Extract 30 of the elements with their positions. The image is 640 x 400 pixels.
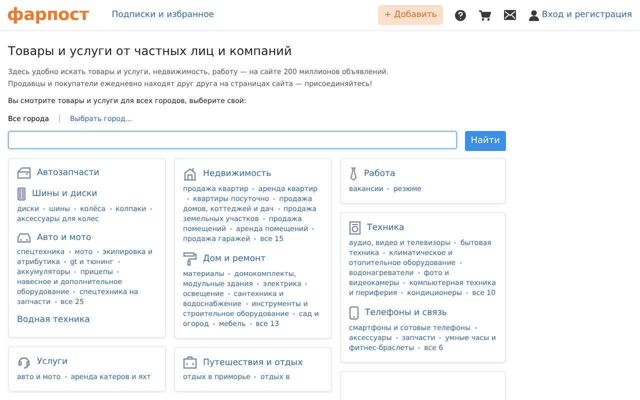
category-link[interactable]: Телефоны и связь — [365, 308, 447, 318]
paint-roller-icon — [183, 252, 197, 266]
category-link[interactable]: Услуги — [37, 357, 68, 367]
smartphone-icon — [349, 306, 359, 320]
category-link[interactable]: Водная техника — [17, 315, 90, 325]
help-icon[interactable] — [454, 10, 466, 20]
category-link[interactable]: Недвижимость — [203, 169, 272, 179]
house-icon — [183, 167, 197, 181]
subscriptions-link[interactable]: Подписки и избранное — [112, 10, 214, 20]
category-link[interactable]: Техника — [367, 223, 404, 233]
page-heading: Товары и услуги от частных лиц и компаний — [8, 44, 293, 58]
suitcase-icon — [183, 356, 197, 369]
category-link[interactable]: Путешествия и отдых — [203, 358, 303, 368]
category-link[interactable]: Авто и мото — [37, 233, 92, 243]
headset-icon — [17, 355, 31, 369]
search-button[interactable]: Найти — [464, 131, 506, 151]
cart-icon[interactable] — [478, 10, 491, 20]
mail-icon[interactable] — [504, 10, 516, 20]
user-icon — [528, 10, 539, 20]
necktie-icon — [349, 167, 358, 181]
tire-icon — [17, 187, 26, 201]
category-link[interactable]: Дом и ремонт — [203, 254, 266, 264]
category-link[interactable]: Шины и диски — [32, 189, 98, 199]
car-door-icon — [17, 167, 31, 179]
washing-machine-icon — [349, 221, 361, 235]
search-field[interactable] — [8, 131, 457, 149]
car-icon — [17, 232, 31, 244]
category-link[interactable]: Автозапчасти — [37, 168, 100, 178]
login-link[interactable]: Вход и регистрация — [542, 10, 632, 20]
category-link[interactable]: Работа — [364, 169, 396, 179]
